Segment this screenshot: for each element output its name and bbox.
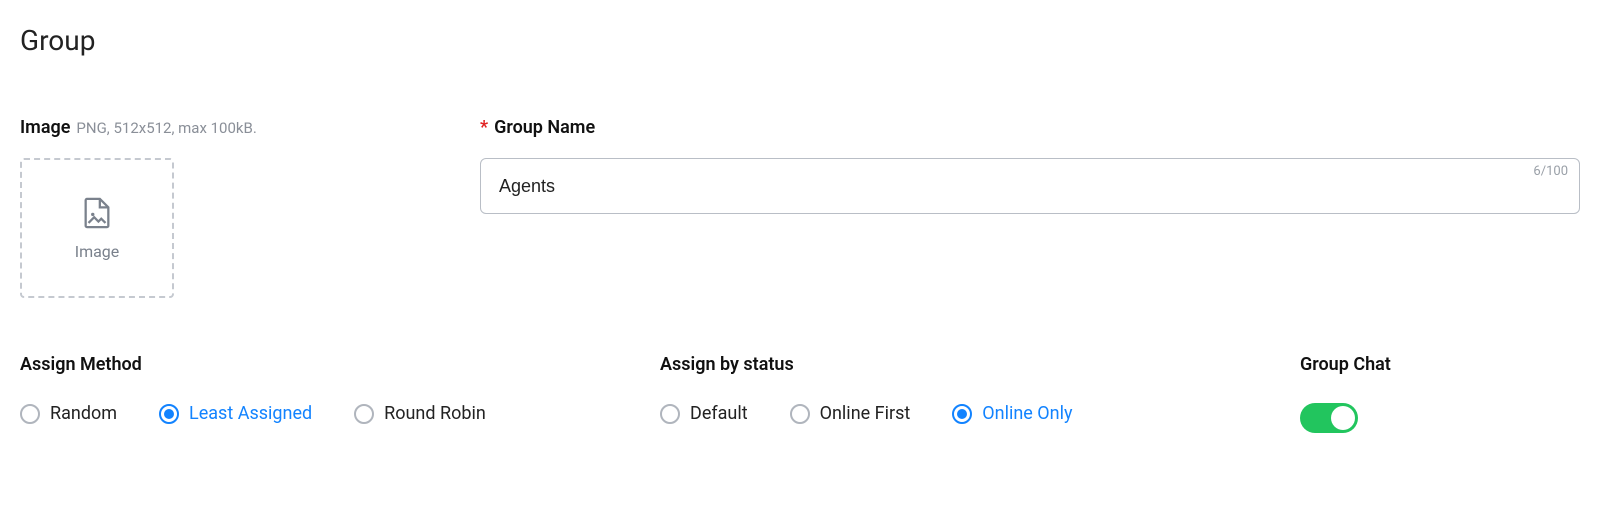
image-label-text: Image [20,117,70,138]
radio-online_only[interactable]: Online Only [952,403,1072,424]
radio-label: Online First [820,403,911,424]
assign-status-label: Assign by status [660,354,1300,375]
image-label: Image PNG, 512x512, max 100kB. [20,117,400,138]
radio-icon [660,404,680,424]
group-chat-toggle[interactable] [1300,403,1358,433]
assign-method-options: Random Least Assigned Round Robin [20,403,660,424]
image-label-hint: PNG, 512x512, max 100kB. [76,119,256,137]
radio-label: Default [690,403,748,424]
group-name-input[interactable] [480,158,1580,214]
image-upload-placeholder: Image [75,242,120,261]
radio-icon [354,404,374,424]
radio-default[interactable]: Default [660,403,748,424]
bottom-row: Assign Method Random Least Assigned Round … [20,354,1580,433]
radio-label: Random [50,403,117,424]
top-row: Image PNG, 512x512, max 100kB. Image * G… [20,117,1580,298]
toggle-knob [1331,406,1355,430]
radio-label: Round Robin [384,403,486,424]
group-chat-section: Group Chat [1300,354,1580,433]
required-asterisk: * [480,117,488,138]
assign-status-options: Default Online First Online Only [660,403,1300,424]
group-name-label: * Group Name [480,117,1580,138]
radio-icon [790,404,810,424]
radio-icon [20,404,40,424]
radio-icon [952,404,972,424]
image-upload-box[interactable]: Image [20,158,174,298]
radio-random[interactable]: Random [20,403,117,424]
radio-icon [159,404,179,424]
radio-least_assigned[interactable]: Least Assigned [159,403,312,424]
assign-status-section: Assign by status Default Online First Onli… [660,354,1300,424]
assign-method-section: Assign Method Random Least Assigned Round … [20,354,660,424]
page-title: Group [20,24,1580,57]
radio-online_first[interactable]: Online First [790,403,911,424]
radio-round_robin[interactable]: Round Robin [354,403,486,424]
radio-label: Least Assigned [189,403,312,424]
image-icon [80,196,114,230]
group-name-label-text: Group Name [494,117,595,138]
group-name-section: * Group Name 6/100 [480,117,1580,214]
radio-label: Online Only [982,403,1072,424]
group-chat-label: Group Chat [1300,354,1580,375]
assign-method-label: Assign Method [20,354,660,375]
image-section: Image PNG, 512x512, max 100kB. Image [20,117,400,298]
